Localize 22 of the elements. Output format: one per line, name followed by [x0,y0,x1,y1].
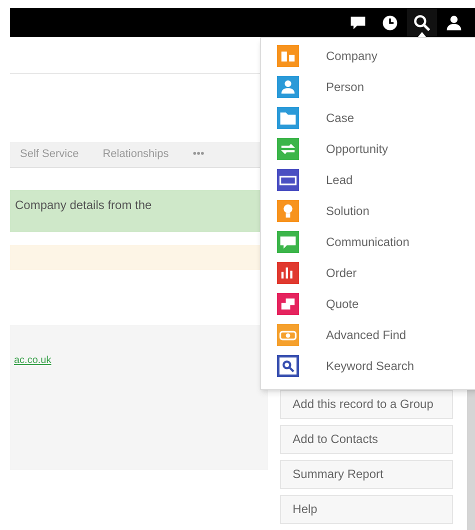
search-button[interactable] [407,8,437,37]
website-link[interactable]: ac.co.uk [14,355,52,366]
notice-text: Company details from the [15,198,152,212]
action-button[interactable]: Add to Contacts [280,425,454,454]
menu-item[interactable]: Advanced Find [326,326,406,344]
chat-icon [349,14,367,32]
action-button[interactable]: Help [280,495,454,524]
menu-item[interactable]: Communication [326,232,410,250]
menu-item[interactable]: Opportunity [326,140,388,158]
menu-item[interactable]: Person [326,78,364,96]
clock-icon [381,14,399,32]
menu-item[interactable]: Order [326,264,357,282]
menu-item[interactable]: Solution [326,202,370,220]
action-button[interactable]: Add this record to a Group [280,390,454,419]
menu-item[interactable]: Company [326,46,378,64]
menu-item[interactable]: Case [326,108,354,126]
search-icon [413,14,431,32]
action-button[interactable]: Summary Report [280,460,454,489]
menu-item[interactable]: Quote [326,294,359,312]
menu-item[interactable]: Keyword Search [326,356,414,374]
user-icon [445,14,463,32]
menu-item[interactable]: Lead [326,170,353,188]
